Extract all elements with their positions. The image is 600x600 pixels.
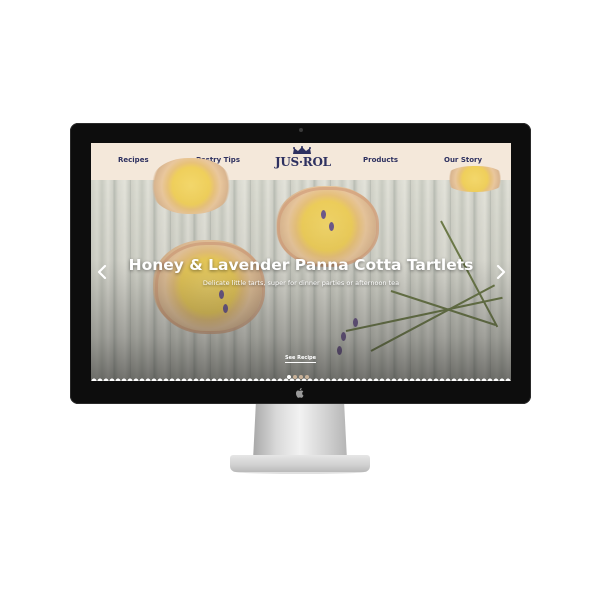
slider-dots — [287, 366, 311, 379]
nav-link-products[interactable]: Products — [363, 156, 398, 164]
brand-logo-text: JUS·ROL — [275, 155, 331, 169]
hero-subtitle: Delicate little tarts, super for dinner … — [202, 279, 400, 287]
hero-title: Honey & Lavender Panna Cotta Tartlets — [128, 256, 474, 274]
brand-logo[interactable]: JUS·ROL — [275, 146, 331, 178]
scalloped-edge — [91, 377, 511, 381]
monitor-stand-neck — [253, 404, 347, 460]
page: Recipes Pastry Tips JUS·ROL Products Our… — [0, 0, 600, 600]
apple-logo-icon — [296, 388, 304, 398]
nav-link-recipes[interactable]: Recipes — [118, 156, 149, 164]
crown-icon — [293, 146, 311, 154]
monitor-bezel: Recipes Pastry Tips JUS·ROL Products Our… — [70, 123, 531, 404]
nav-link-our-story[interactable]: Our Story — [444, 156, 482, 164]
website-screen: Recipes Pastry Tips JUS·ROL Products Our… — [91, 143, 511, 381]
see-recipe-link[interactable]: See Recipe — [285, 355, 317, 363]
monitor-stand-base — [230, 455, 370, 472]
hero-slider: Honey & Lavender Panna Cotta Tartlets De… — [91, 158, 511, 381]
chevron-right-icon[interactable] — [495, 265, 507, 279]
camera-icon — [299, 128, 303, 132]
chevron-left-icon[interactable] — [96, 265, 108, 279]
